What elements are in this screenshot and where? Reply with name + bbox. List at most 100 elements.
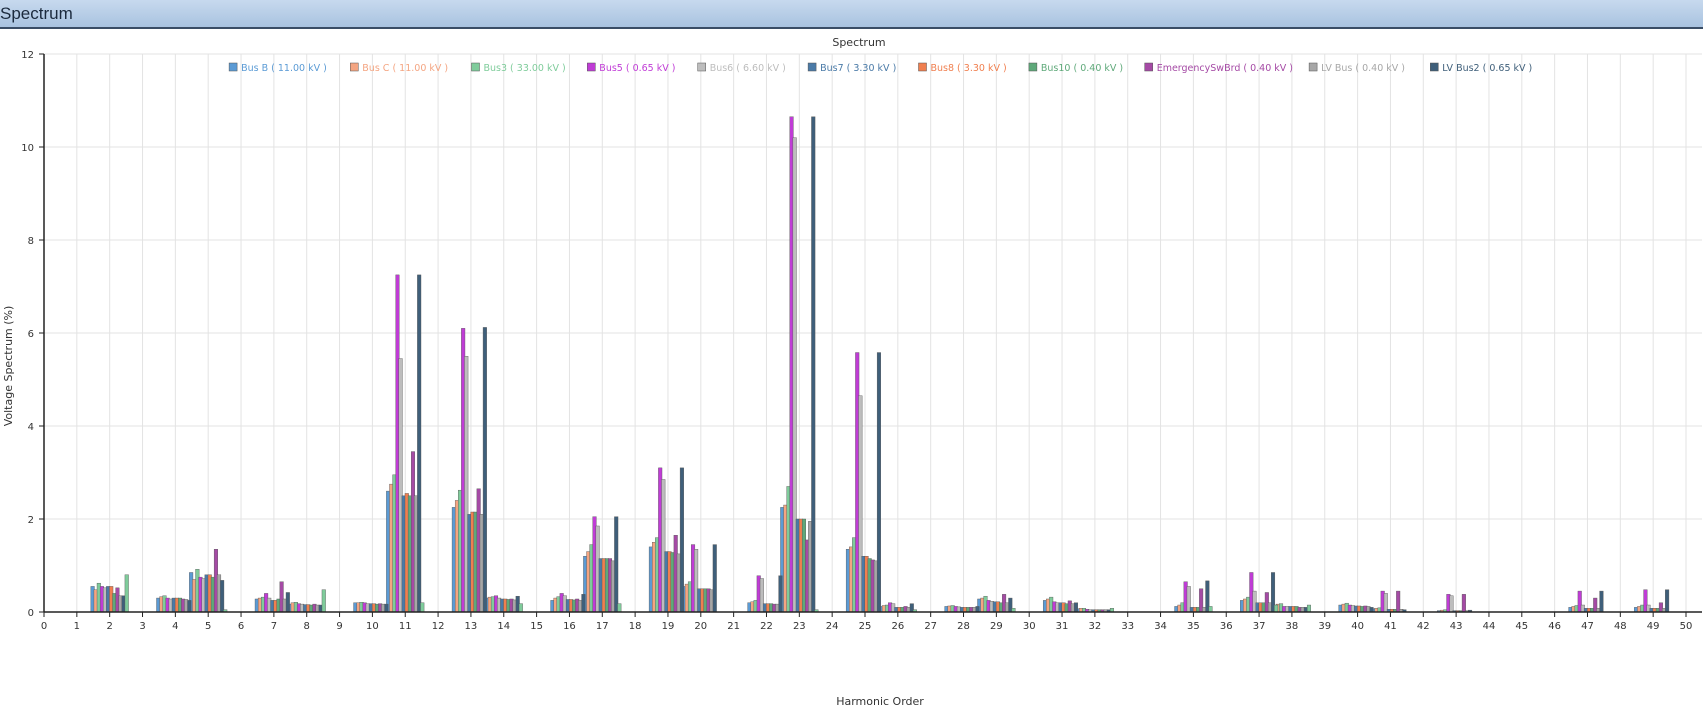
bar (321, 589, 326, 613)
x-tick-label: 28 (957, 621, 970, 632)
legend-swatch (1308, 62, 1318, 72)
x-tick-label: 8 (304, 621, 310, 632)
x-tick-label: 1 (74, 621, 80, 632)
legend-swatch (1028, 62, 1038, 72)
y-tick-label: 4 (28, 422, 34, 433)
x-tick-label: 39 (1318, 621, 1331, 632)
x-tick-label: 49 (1647, 621, 1660, 632)
x-tick-label: 7 (271, 621, 277, 632)
y-tick-label: 0 (28, 608, 34, 619)
x-tick-label: 10 (366, 621, 379, 632)
x-tick-label: 38 (1286, 621, 1299, 632)
legend-label: LV Bus ( 0.40 kV ) (1321, 63, 1405, 74)
bar (975, 606, 980, 613)
legend-label: Bus3 ( 33.00 kV ) (484, 63, 566, 74)
x-tick-label: 47 (1581, 621, 1594, 632)
x-tick-label: 42 (1417, 621, 1430, 632)
x-tick-label: 13 (465, 621, 478, 632)
legend-swatch (807, 62, 817, 72)
bar (220, 580, 225, 613)
bar (679, 467, 684, 613)
x-tick-label: 44 (1483, 621, 1496, 632)
legend-swatch (1430, 62, 1439, 72)
window-title: Spectrum (0, 4, 73, 23)
legend-swatch (1144, 62, 1153, 72)
bar (482, 327, 487, 613)
x-tick-label: 21 (727, 621, 740, 632)
bar (1274, 604, 1279, 613)
bar (1306, 604, 1311, 613)
x-tick-label: 17 (596, 621, 609, 632)
x-tick-label: 2 (106, 621, 112, 632)
x-tick-label: 41 (1384, 621, 1397, 632)
y-tick-label: 12 (21, 50, 34, 61)
legend-label: Bus5 ( 0.65 kV ) (599, 63, 675, 74)
bar (417, 274, 422, 613)
x-tick-label: 14 (497, 621, 510, 632)
x-tick-label: 36 (1220, 621, 1233, 632)
x-tick-label: 0 (41, 621, 47, 632)
legend-label: EmergencySwBrd ( 0.40 kV ) (1157, 63, 1293, 74)
x-tick-label: 16 (563, 621, 576, 632)
x-tick-label: 37 (1253, 621, 1266, 632)
x-tick-label: 4 (172, 621, 178, 632)
x-tick-label: 12 (432, 621, 445, 632)
bar (285, 592, 290, 613)
bar (1073, 602, 1078, 613)
bar (1449, 595, 1454, 613)
legend-label: Bus8 ( 3.30 kV ) (931, 63, 1007, 74)
x-tick-label: 43 (1450, 621, 1463, 632)
bar (811, 116, 816, 613)
x-tick-label: 5 (205, 621, 211, 632)
x-tick-label: 22 (760, 621, 773, 632)
x-tick-label: 32 (1089, 621, 1102, 632)
bar (124, 574, 129, 613)
x-tick-label: 25 (859, 621, 872, 632)
chart-title: Spectrum (832, 36, 885, 49)
legend: Bus B ( 11.00 kV ) Bus C ( 11.00 kV ) Bus3… (228, 62, 1532, 74)
x-tick-label: 23 (793, 621, 806, 632)
x-tick-label: 27 (924, 621, 937, 632)
legend-label: Bus6 ( 6.60 kV ) (710, 63, 786, 74)
x-tick-label: 46 (1548, 621, 1561, 632)
bar (518, 603, 523, 613)
legend-swatch (587, 62, 596, 72)
bar (1396, 590, 1401, 613)
bar (187, 600, 192, 613)
legend-label: Bus10 ( 0.40 kV ) (1041, 63, 1123, 74)
x-tick-label: 45 (1515, 621, 1528, 632)
bar (1599, 590, 1604, 613)
legend-swatch (471, 62, 480, 72)
x-tick-label: 33 (1121, 621, 1134, 632)
x-tick-label: 3 (139, 621, 145, 632)
x-tick-label: 9 (336, 621, 342, 632)
x-tick-label: 48 (1614, 621, 1627, 632)
x-tick-label: 6 (238, 621, 244, 632)
bar (712, 544, 717, 613)
x-tick-label: 20 (694, 621, 707, 632)
x-tick-label: 18 (629, 621, 642, 632)
bar (581, 594, 586, 613)
x-tick-label: 26 (891, 621, 904, 632)
legend-swatch (350, 62, 359, 72)
grid-lines (43, 53, 1702, 613)
spectrum-chart: Spectrum 0 1 2 3 4 5 6 7 8 9 10 11 12 13 14 15 16 17 18 19 2… (2, 36, 1702, 708)
y-axis-label: Voltage Spectrum (%) (2, 306, 15, 427)
bar (778, 575, 783, 613)
x-tick-label: 19 (662, 621, 675, 632)
x-tick-label: 30 (1023, 621, 1036, 632)
x-tick-label: 11 (399, 621, 412, 632)
legend-label: Bus7 ( 3.30 kV ) (820, 63, 896, 74)
bar (1461, 594, 1466, 613)
bar (614, 516, 619, 613)
legend-label: Bus C ( 11.00 kV ) (362, 63, 448, 74)
bars-group (90, 116, 1670, 613)
x-axis-label: Harmonic Order (836, 695, 924, 708)
bar (1208, 606, 1213, 613)
legend-label: Bus B ( 11.00 kV ) (241, 63, 327, 74)
bar (617, 603, 622, 613)
bar (420, 602, 425, 613)
legend-swatch (918, 62, 927, 72)
legend-swatch (697, 62, 706, 72)
y-tick-label: 10 (21, 143, 34, 154)
